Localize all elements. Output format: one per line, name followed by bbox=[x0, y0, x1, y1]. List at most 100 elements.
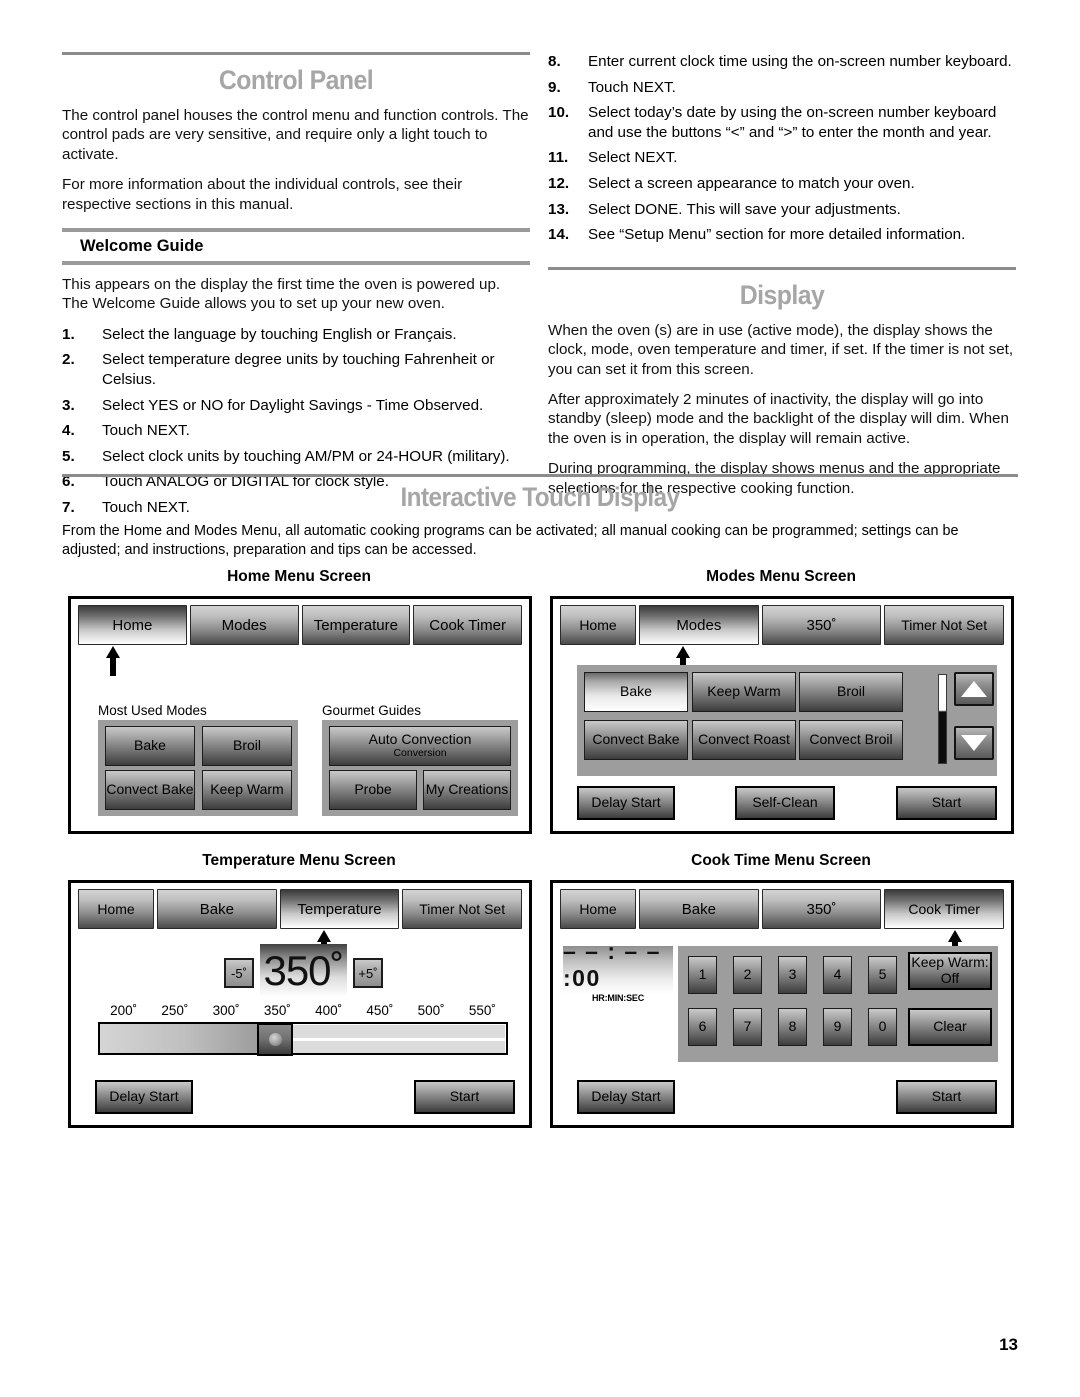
tab-cook-timer[interactable]: Cook Timer bbox=[884, 889, 1005, 929]
modes-convect-bake-button[interactable]: Convect Bake bbox=[584, 720, 688, 760]
tab-modes[interactable]: Modes bbox=[189, 605, 299, 645]
modes-screen-inner: Home Modes 350˚ Timer Not Set Bake Keep … bbox=[556, 602, 1008, 828]
self-clean-button[interactable]: Self-Clean bbox=[735, 786, 835, 820]
list-item-text: Select YES or NO for Daylight Savings - … bbox=[102, 396, 484, 414]
temperature-value-display: 350˚ bbox=[260, 944, 347, 997]
tick-label: 250˚ bbox=[161, 1003, 189, 1018]
welcome-guide-intro: This appears on the display the first ti… bbox=[62, 276, 501, 313]
tab-home[interactable]: Home bbox=[78, 889, 154, 929]
list-item-text: See “Setup Menu” section for more detail… bbox=[588, 226, 966, 244]
list-item-text: Select a screen appearance to match your… bbox=[588, 174, 915, 192]
display-section-rule bbox=[548, 266, 1016, 270]
modes-convect-roast-button[interactable]: Convect Roast bbox=[692, 720, 796, 760]
list-item: 5. Select clock units by touching AM/PM o… bbox=[62, 447, 530, 467]
left-column: Control Panel The control panel houses t… bbox=[62, 52, 530, 524]
tab-temperature[interactable]: Temperature bbox=[279, 889, 400, 929]
itd-title: Interactive Touch Display bbox=[400, 482, 680, 512]
list-item-number: 5. bbox=[62, 447, 75, 465]
list-item-number: 4. bbox=[62, 422, 75, 440]
display-paragraph-1: When the oven (s) are in use (active mod… bbox=[548, 321, 1014, 378]
tab-home[interactable]: Home bbox=[560, 889, 636, 929]
cook-time-screen-inner: Home Bake 350˚ Cook Timer – – : – – :00 … bbox=[556, 886, 1008, 1122]
home-convect-bake-button[interactable]: Convect Bake bbox=[105, 770, 195, 810]
temperature-tabbar: Home Bake Temperature Timer Not Set bbox=[78, 889, 523, 929]
temperature-delay-start-button[interactable]: Delay Start bbox=[95, 1080, 193, 1114]
tab-home[interactable]: Home bbox=[78, 605, 187, 645]
welcome-guide-subhead: Welcome Guide bbox=[62, 228, 530, 266]
tab-cook-timer[interactable]: Cook Timer bbox=[413, 605, 522, 645]
probe-button[interactable]: Probe bbox=[329, 770, 417, 810]
tab-mode-bake[interactable]: Bake bbox=[157, 889, 277, 929]
temperature-increase-button[interactable]: +5˚ bbox=[353, 958, 383, 988]
home-broil-button[interactable]: Broil bbox=[202, 726, 292, 766]
home-keep-warm-button[interactable]: Keep Warm bbox=[202, 770, 292, 810]
welcome-guide-title: Welcome Guide bbox=[80, 237, 204, 256]
temperature-slider[interactable] bbox=[98, 1022, 508, 1056]
keypad-key-7[interactable]: 7 bbox=[733, 1008, 762, 1046]
modes-keep-warm-button[interactable]: Keep Warm bbox=[692, 672, 796, 712]
cook-timer-display: – – : – – :00 HR:MIN:SEC bbox=[563, 938, 673, 1003]
tick-label: 450˚ bbox=[366, 1003, 394, 1018]
tab-home[interactable]: Home bbox=[560, 605, 636, 645]
tab-temperature[interactable]: Temperature bbox=[301, 605, 411, 645]
scroll-up-button[interactable] bbox=[954, 672, 994, 706]
list-item: 10. Select today’s date by using the on-s… bbox=[548, 103, 1016, 142]
keypad-key-1[interactable]: 1 bbox=[688, 956, 717, 994]
slider-knob[interactable] bbox=[257, 1023, 293, 1056]
tab-modes[interactable]: Modes bbox=[639, 605, 759, 645]
modes-delay-start-button[interactable]: Delay Start bbox=[577, 786, 675, 820]
list-item-number: 1. bbox=[62, 325, 75, 343]
home-tabbar: Home Modes Temperature Cook Timer bbox=[78, 605, 522, 645]
temperature-screen-caption: Temperature Menu Screen bbox=[202, 852, 396, 869]
keypad-key-2[interactable]: 2 bbox=[733, 956, 762, 994]
clear-button[interactable]: Clear bbox=[908, 1008, 992, 1046]
list-item: 1. Select the language by touching Englis… bbox=[62, 325, 530, 345]
modes-scrollbar[interactable] bbox=[938, 674, 947, 764]
list-item: 12. Select a screen appearance to match y… bbox=[548, 174, 1016, 194]
keypad-key-8[interactable]: 8 bbox=[778, 1008, 807, 1046]
temperature-scale-ticks: 200˚ 250˚ 300˚ 350˚ 400˚ 450˚ 500˚ 550˚ bbox=[98, 1003, 508, 1018]
my-creations-button[interactable]: My Creations bbox=[423, 770, 511, 810]
list-item: 4. Touch NEXT. bbox=[62, 421, 530, 441]
modes-broil-button[interactable]: Broil bbox=[799, 672, 903, 712]
keypad-key-0[interactable]: 0 bbox=[868, 1008, 897, 1046]
cook-time-start-button[interactable]: Start bbox=[896, 1080, 997, 1114]
list-item-text: Select NEXT. bbox=[588, 149, 678, 167]
home-menu-screen: Home Modes Temperature Cook Timer Most U… bbox=[68, 596, 532, 834]
modes-tabbar: Home Modes 350˚ Timer Not Set bbox=[560, 605, 1005, 645]
scroll-down-button[interactable] bbox=[954, 726, 994, 760]
right-column: 8. Enter current clock time using the on-… bbox=[548, 52, 1016, 509]
keypad-key-5[interactable]: 5 bbox=[868, 956, 897, 994]
auto-convection-button[interactable]: Auto Convection Conversion bbox=[329, 726, 511, 766]
list-item-text: Select today’s date by using the on-scre… bbox=[588, 104, 997, 141]
tab-timer-status[interactable]: Timer Not Set bbox=[402, 889, 523, 929]
list-item-number: 13. bbox=[548, 200, 570, 218]
list-item-text: Select DONE. This will save your adjustm… bbox=[588, 200, 901, 218]
keypad-key-4[interactable]: 4 bbox=[823, 956, 852, 994]
modes-bake-button[interactable]: Bake bbox=[584, 672, 688, 712]
cook-timer-unit-label: HR:MIN:SEC bbox=[592, 992, 644, 1003]
temperature-start-button[interactable]: Start bbox=[414, 1080, 515, 1114]
home-screen-inner: Home Modes Temperature Cook Timer Most U… bbox=[74, 602, 526, 828]
list-item: 3. Select YES or NO for Daylight Savings … bbox=[62, 396, 530, 416]
keep-warm-value: Off bbox=[940, 970, 960, 986]
tab-mode-bake[interactable]: Bake bbox=[639, 889, 759, 929]
tick-label: 350˚ bbox=[263, 1003, 291, 1018]
temperature-decrease-button[interactable]: -5˚ bbox=[224, 958, 254, 988]
slider-fill bbox=[100, 1024, 257, 1053]
keep-warm-toggle-button[interactable]: Keep Warm: Off bbox=[908, 952, 992, 990]
tab-timer-status[interactable]: Timer Not Set bbox=[884, 605, 1005, 645]
tick-label: 500˚ bbox=[417, 1003, 445, 1018]
home-bake-button[interactable]: Bake bbox=[105, 726, 195, 766]
keypad-key-9[interactable]: 9 bbox=[823, 1008, 852, 1046]
cook-time-delay-start-button[interactable]: Delay Start bbox=[577, 1080, 675, 1114]
list-item: 11. Select NEXT. bbox=[548, 148, 1016, 168]
keypad-key-3[interactable]: 3 bbox=[778, 956, 807, 994]
modes-start-button[interactable]: Start bbox=[896, 786, 997, 820]
keypad-key-6[interactable]: 6 bbox=[688, 1008, 717, 1046]
itd-rule bbox=[62, 474, 1018, 477]
tab-temperature-value[interactable]: 350˚ bbox=[761, 889, 882, 929]
list-item-number: 12. bbox=[548, 174, 570, 192]
modes-convect-broil-button[interactable]: Convect Broil bbox=[799, 720, 903, 760]
tab-temperature-value[interactable]: 350˚ bbox=[761, 605, 882, 645]
